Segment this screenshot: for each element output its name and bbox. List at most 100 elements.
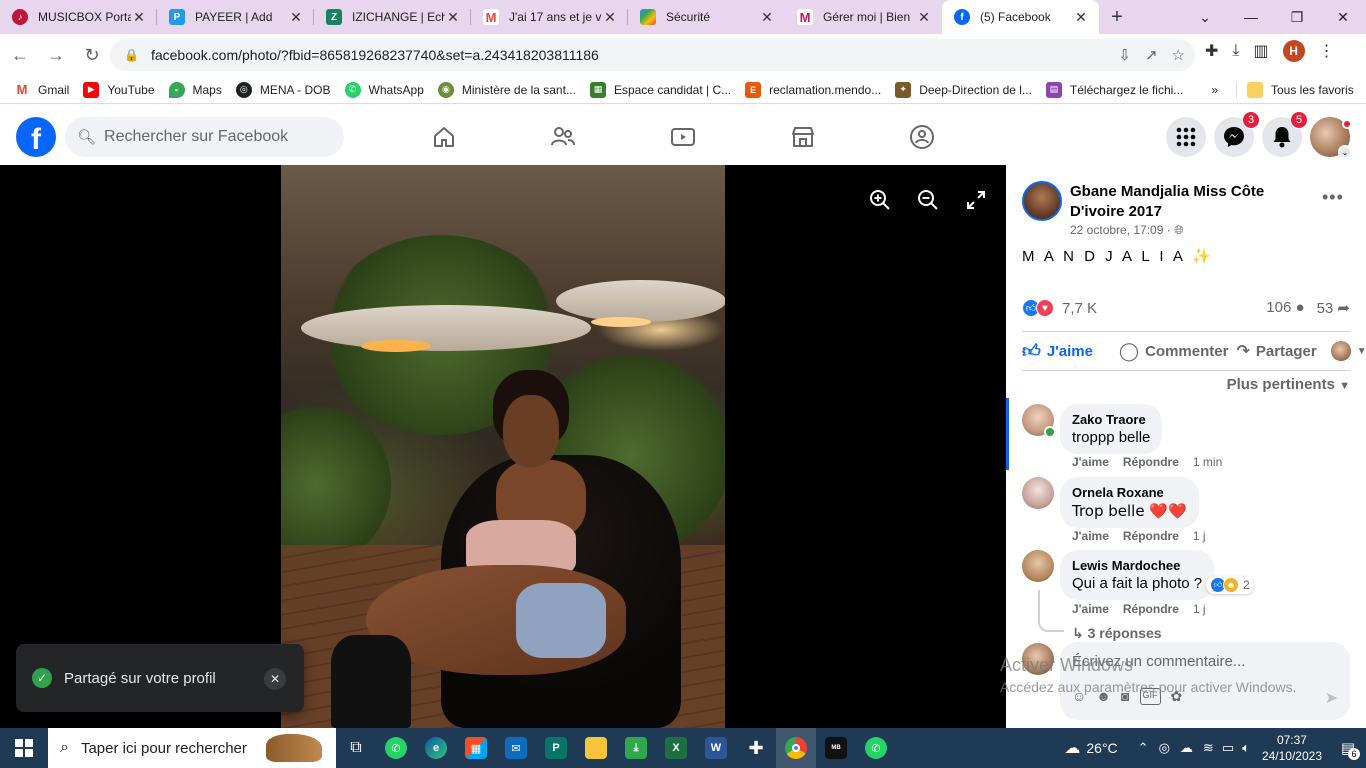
tab-search-chevron-icon[interactable]: ⌄ bbox=[1182, 0, 1228, 34]
commenter-avatar[interactable] bbox=[1022, 404, 1056, 438]
commenter-name[interactable]: Zako Traore bbox=[1072, 412, 1150, 427]
groups-icon[interactable] bbox=[902, 117, 942, 157]
close-icon[interactable]: ✕ bbox=[264, 668, 286, 690]
friends-icon[interactable] bbox=[543, 117, 583, 157]
back-arrow-icon[interactable]: ← bbox=[4, 39, 36, 71]
comment-like-link[interactable]: J'aime bbox=[1072, 602, 1109, 616]
zoom-in-icon[interactable] bbox=[867, 187, 893, 213]
install-app-icon[interactable]: ⇩ bbox=[1118, 46, 1131, 64]
zoom-out-icon[interactable] bbox=[915, 187, 941, 213]
whatsapp-taskbar-icon[interactable]: ✆ bbox=[376, 728, 416, 768]
comment-time[interactable]: 1 j bbox=[1193, 602, 1206, 616]
comment-reply-link[interactable]: Répondre bbox=[1123, 602, 1179, 616]
share-icon[interactable]: ↗ bbox=[1145, 46, 1158, 64]
browser-tab[interactable]: ♪ MUSICBOX Porta ✕ bbox=[0, 0, 157, 34]
start-windows-icon[interactable] bbox=[0, 728, 48, 768]
comment-button[interactable]: ◯ Commenter bbox=[1119, 341, 1229, 362]
comment-reactions[interactable]: 👍︎ ☻ 2 bbox=[1206, 576, 1254, 594]
bookmark-star-icon[interactable]: ☆ bbox=[1172, 46, 1185, 64]
comment-reply-link[interactable]: Répondre bbox=[1123, 529, 1179, 543]
action-center-button[interactable]: ▤ 6 bbox=[1330, 728, 1366, 768]
home-icon[interactable] bbox=[424, 117, 464, 157]
meet-now-icon[interactable]: ◎ bbox=[1159, 740, 1170, 756]
taskbar-clock[interactable]: 07:37 24/10/2023 bbox=[1262, 732, 1322, 764]
comment-sort-dropdown[interactable]: Plus pertinents ▼ bbox=[1227, 376, 1350, 393]
side-panel-icon[interactable]: ▥ bbox=[1253, 41, 1268, 61]
publisher-icon[interactable]: P bbox=[536, 728, 576, 768]
browser-tab[interactable]: Z IZICHANGE | Ech ✕ bbox=[314, 0, 471, 34]
browser-tab[interactable]: Sécurité ✕ bbox=[628, 0, 785, 34]
messenger-button[interactable]: 3 bbox=[1214, 111, 1260, 157]
menu-grid-icon[interactable] bbox=[1166, 117, 1206, 157]
bookmark-deep-direction[interactable]: ✦ Deep-Direction de l... bbox=[895, 81, 1032, 98]
account-avatar[interactable]: ⌄ bbox=[1310, 117, 1352, 159]
author-avatar[interactable] bbox=[1022, 181, 1062, 221]
pin-add-icon[interactable]: ✚ bbox=[736, 728, 776, 768]
comment-reply-link[interactable]: Répondre bbox=[1123, 455, 1179, 469]
close-tab-icon[interactable]: ✕ bbox=[131, 9, 147, 26]
forward-arrow-icon[interactable]: → bbox=[40, 39, 72, 71]
whatsapp-desktop-icon[interactable]: ✆ bbox=[856, 728, 896, 768]
view-replies-link[interactable]: ↳ 3 réponses bbox=[1072, 625, 1162, 642]
task-view-icon[interactable]: ⧉ bbox=[336, 728, 376, 768]
weather-icon[interactable]: ☁ bbox=[1064, 738, 1080, 758]
send-icon[interactable]: ➤ bbox=[1325, 688, 1338, 708]
menu-kebab-icon[interactable]: ⋮ bbox=[1319, 41, 1335, 61]
facebook-logo-icon[interactable]: f bbox=[16, 117, 56, 157]
bookmark-gmail[interactable]: M Gmail bbox=[14, 81, 69, 98]
battery-icon[interactable]: ▭ bbox=[1222, 740, 1234, 756]
comments-count[interactable]: 106 ● bbox=[1266, 299, 1304, 317]
react-as-selector[interactable]: ▼ bbox=[1330, 341, 1366, 361]
all-bookmarks-folder[interactable]: Tous les favoris bbox=[1236, 81, 1354, 98]
close-tab-icon[interactable]: ✕ bbox=[916, 9, 932, 26]
post-timestamp[interactable]: 22 octobre, 17:09 · 🌐︎ bbox=[1070, 223, 1184, 238]
bookmark-reclamation[interactable]: Ereclamation.mendo... bbox=[745, 81, 881, 98]
bookmark-espace-candidat[interactable]: ▦ Espace candidat | C... bbox=[589, 81, 731, 98]
close-tab-icon[interactable]: ✕ bbox=[759, 9, 775, 26]
word-icon[interactable]: W bbox=[696, 728, 736, 768]
reload-icon[interactable]: ↻ bbox=[76, 39, 108, 71]
file-explorer-icon[interactable] bbox=[576, 728, 616, 768]
bookmark-mena[interactable]: ◎ MENA - DOB bbox=[235, 81, 331, 98]
tray-chevron-up-icon[interactable]: ⌃ bbox=[1138, 740, 1149, 756]
browser-tab[interactable]: P PAYEER | Add ✕ bbox=[157, 0, 314, 34]
commenter-avatar[interactable] bbox=[1022, 477, 1054, 509]
chrome-icon[interactable] bbox=[776, 728, 816, 768]
microsoft-store-icon[interactable]: ▦ bbox=[456, 728, 496, 768]
marketplace-icon[interactable] bbox=[783, 117, 823, 157]
melbet-icon[interactable]: MB bbox=[816, 728, 856, 768]
more-options-icon[interactable]: ••• bbox=[1322, 187, 1344, 208]
excel-icon[interactable]: X bbox=[656, 728, 696, 768]
mail-icon[interactable]: ✉ bbox=[496, 728, 536, 768]
commenter-name[interactable]: Lewis Mardochee bbox=[1072, 558, 1202, 573]
bookmark-whatsapp[interactable]: ✆ WhatsApp bbox=[344, 81, 424, 98]
browser-tab-active[interactable]: f (5) Facebook ✕ bbox=[942, 0, 1099, 34]
commenter-avatar[interactable] bbox=[1022, 550, 1054, 582]
download-manager-icon[interactable]: ⤓ bbox=[616, 728, 656, 768]
close-tab-icon[interactable]: ✕ bbox=[445, 9, 461, 26]
close-tab-icon[interactable]: ✕ bbox=[288, 9, 304, 26]
bookmark-ministere[interactable]: ◉ Ministère de la sant... bbox=[437, 81, 576, 98]
address-bar[interactable]: 🔒 facebook.com/photo/?fbid=8658192682377… bbox=[110, 39, 1195, 71]
taskbar-search-box[interactable]: ⌕ Taper ici pour rechercher bbox=[48, 728, 336, 768]
close-tab-icon[interactable]: ✕ bbox=[1073, 9, 1089, 26]
bookmark-youtube[interactable]: ▶ YouTube bbox=[83, 81, 155, 98]
browser-tab[interactable]: M Gérer moi | Bien ✕ bbox=[785, 0, 942, 34]
shares-count[interactable]: 53 ➦ bbox=[1317, 299, 1350, 317]
weather-temperature[interactable]: 26°C bbox=[1086, 740, 1117, 756]
browser-profile-avatar[interactable]: H bbox=[1282, 40, 1305, 62]
notifications-button[interactable]: 5 bbox=[1262, 111, 1308, 157]
maximize-button[interactable]: ❐ bbox=[1274, 0, 1320, 34]
downloads-icon[interactable]: ⤓ bbox=[1232, 42, 1239, 60]
bookmark-telechargez[interactable]: ▤ Téléchargez le fichi... bbox=[1045, 81, 1183, 98]
bookmarks-overflow-button[interactable]: » bbox=[1211, 83, 1218, 97]
post-photo[interactable] bbox=[281, 165, 725, 728]
fullscreen-icon[interactable] bbox=[963, 187, 989, 213]
browser-tab[interactable]: M J'ai 17 ans et je v ✕ bbox=[471, 0, 628, 34]
commenter-name[interactable]: Ornela Roxane bbox=[1072, 485, 1187, 500]
comment-like-link[interactable]: J'aime bbox=[1072, 455, 1109, 469]
wifi-icon[interactable]: ≋ bbox=[1203, 740, 1214, 756]
site-info-icon[interactable]: 🔒 bbox=[124, 48, 139, 62]
post-author[interactable]: Gbane Mandjalia Miss Côte D'ivoire 2017 bbox=[1070, 182, 1318, 222]
comment-time[interactable]: 1 min bbox=[1193, 455, 1222, 469]
